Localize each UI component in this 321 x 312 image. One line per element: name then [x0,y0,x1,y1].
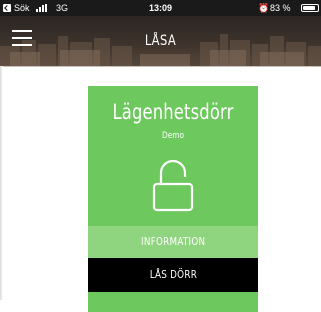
battery-percentage: 83 % [270,3,291,13]
battery-icon [301,4,319,12]
lock-subtitle: Demo [162,131,184,141]
information-button[interactable]: INFORMATION [88,226,258,258]
status-bar: Sök 3G 13:09 ⏰ 83 % [0,0,321,16]
page-title: LÅSA [144,33,177,49]
lock-card: Lägenhetsdörr Demo INFORMATION LÅS DÖRR [88,86,258,312]
information-label: INFORMATION [140,235,206,248]
drawer-edge-shadow [0,66,3,300]
lock-door-button[interactable]: LÅS DÖRR [88,258,258,292]
navigation-bar: LÅSA [0,16,321,66]
header-divider [0,66,321,67]
unlocked-padlock-icon [152,160,194,212]
lock-door-label: LÅS DÖRR [149,268,197,281]
alarm-clock-icon: ⏰ [258,3,270,13]
lock-name: Lägenhetsdörr [112,100,234,124]
